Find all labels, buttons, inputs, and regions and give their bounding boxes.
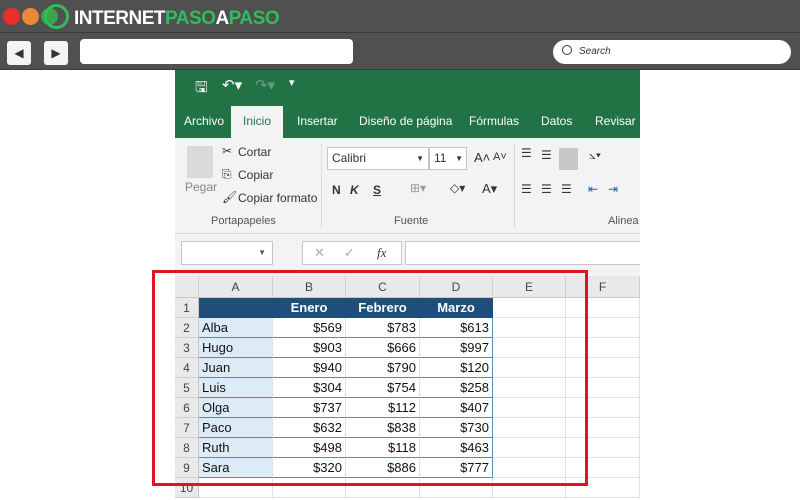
redo-icon[interactable]: ↷▾ <box>255 76 275 94</box>
search-input[interactable]: Search <box>553 40 791 64</box>
orientation-icon[interactable]: ⦣▾ <box>589 148 601 163</box>
group-label-portapapeles: Portapapeles <box>211 215 276 227</box>
divider <box>0 32 800 33</box>
underline-button[interactable]: S <box>373 183 381 197</box>
align-right-icon[interactable]: ☰ <box>561 182 572 196</box>
undo-icon[interactable]: ↶▾ <box>222 76 242 94</box>
font-color-icon[interactable]: A▾ <box>482 181 497 197</box>
increase-indent-icon[interactable]: ⇥ <box>608 182 618 196</box>
tab-insertar[interactable]: Insertar <box>297 114 338 128</box>
cancel-icon[interactable]: ✕ <box>314 245 325 261</box>
divider <box>514 144 515 228</box>
name-box[interactable]: ▼ <box>181 241 273 265</box>
address-bar[interactable] <box>80 39 353 64</box>
align-top-icon[interactable]: ☰ <box>521 146 532 160</box>
enter-icon[interactable]: ✓ <box>344 245 355 261</box>
ribbon: Pegar ✂ Cortar ⎘ Copiar 🖌 Copiar formato… <box>175 138 640 234</box>
minimize-window-button[interactable] <box>22 8 39 25</box>
formula-bar: ▼ ✕ ✓ fx <box>175 234 640 274</box>
paste-icon[interactable] <box>187 146 213 178</box>
close-window-button[interactable] <box>3 8 20 25</box>
group-label-alineacion: Alinea <box>608 215 639 227</box>
bold-button[interactable]: N <box>332 183 341 197</box>
forward-button[interactable]: ▶ <box>44 41 68 65</box>
align-middle-icon[interactable]: ☰ <box>541 148 552 162</box>
align-left-icon[interactable]: ☰ <box>521 182 532 196</box>
format-painter-icon[interactable]: 🖌 <box>222 190 237 204</box>
decrease-indent-icon[interactable]: ⇤ <box>588 182 598 196</box>
font-name-select[interactable]: Calibri ▼ <box>327 147 429 170</box>
customize-toolbar-icon[interactable]: ▾ <box>289 76 295 89</box>
fill-color-icon[interactable]: ◇▾ <box>450 181 465 195</box>
search-icon <box>562 45 572 55</box>
tab-inicio[interactable]: Inicio <box>231 106 283 138</box>
browser-chrome: INTERNETPASOAPASO ◀ ▶ Search <box>0 0 800 70</box>
borders-icon[interactable]: ⊞▾ <box>410 181 426 195</box>
quick-access-toolbar: 🖫 ↶▾ ↷▾ ▾ <box>175 70 640 106</box>
tab-revisar[interactable]: Revisar <box>595 114 636 128</box>
copy-button[interactable]: Copiar <box>238 168 273 182</box>
logo-icon <box>44 4 69 29</box>
ribbon-tabs: Archivo Inicio Insertar Diseño de página… <box>175 106 640 138</box>
font-size-select[interactable]: 11 ▼ <box>429 147 467 170</box>
copy-icon[interactable]: ⎘ <box>222 167 232 182</box>
cut-button[interactable]: Cortar <box>238 145 271 159</box>
decrease-font-icon[interactable]: A˅ <box>493 151 507 163</box>
italic-button[interactable]: K <box>350 183 359 197</box>
align-bottom-icon[interactable] <box>559 148 578 170</box>
save-icon[interactable]: 🖫 <box>195 77 208 102</box>
tab-diseno-pagina[interactable]: Diseño de página <box>359 114 452 128</box>
insert-function-icon[interactable]: fx <box>377 245 386 261</box>
tab-datos[interactable]: Datos <box>541 114 572 128</box>
tab-formulas[interactable]: Fórmulas <box>469 114 519 128</box>
group-label-fuente: Fuente <box>394 215 429 227</box>
formula-input[interactable] <box>405 241 640 265</box>
align-center-icon[interactable]: ☰ <box>541 182 552 196</box>
logo-text: INTERNETPASOAPASO <box>74 8 280 29</box>
increase-font-icon[interactable]: A˄ <box>474 150 490 165</box>
back-button[interactable]: ◀ <box>7 41 31 65</box>
tab-archivo[interactable]: Archivo <box>184 114 224 128</box>
formula-buttons: ✕ ✓ fx <box>302 241 402 265</box>
paste-button[interactable]: Pegar <box>185 180 217 194</box>
scissors-icon[interactable]: ✂ <box>222 144 232 158</box>
divider <box>321 144 322 228</box>
highlight-box <box>152 270 588 486</box>
format-painter-button[interactable]: Copiar formato <box>238 191 317 205</box>
